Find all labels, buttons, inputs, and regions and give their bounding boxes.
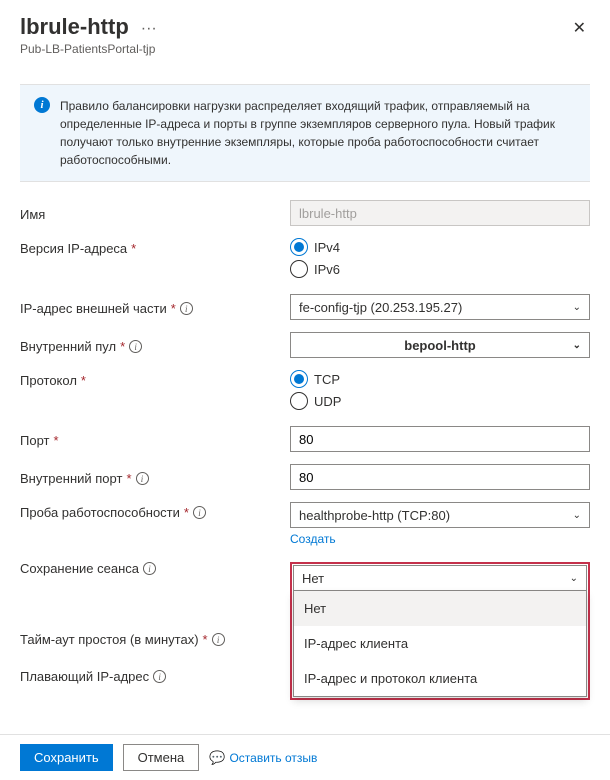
radio-ipv6[interactable]: IPv6 [290,260,590,278]
radio-icon [290,392,308,410]
info-icon: i [34,97,50,113]
help-icon[interactable]: i [193,506,206,519]
label-frontend-ip: IP-адрес внешней части [20,301,167,316]
radio-tcp[interactable]: TCP [290,370,590,388]
required-mark: * [131,241,136,256]
help-icon[interactable]: i [136,472,149,485]
label-backend-port: Внутренний порт [20,471,122,486]
label-session-persistence: Сохранение сеанса [20,561,139,576]
info-banner: i Правило балансировки нагрузки распреде… [20,84,590,182]
health-probe-select[interactable]: healthprobe-http (TCP:80) ⌄ [290,502,590,528]
dropdown-option-client-ip-protocol[interactable]: IP-адрес и протокол клиента [294,661,586,696]
help-icon[interactable]: i [143,562,156,575]
chevron-down-icon: ⌄ [570,573,578,584]
label-idle-timeout: Тайм-аут простоя (в минутах) [20,632,199,647]
radio-icon [290,260,308,278]
save-button[interactable]: Сохранить [20,744,113,771]
label-ip-version: Версия IP-адреса [20,241,127,256]
port-input[interactable] [290,426,590,452]
label-health-probe: Проба работоспособности [20,505,180,520]
help-icon[interactable]: i [153,670,166,683]
page-title: lbrule-http [20,14,129,40]
label-port: Порт [20,433,49,448]
info-text: Правило балансировки нагрузки распределя… [60,97,576,169]
dropdown-option-client-ip[interactable]: IP-адрес клиента [294,626,586,661]
label-name: Имя [20,207,45,222]
radio-icon [290,370,308,388]
more-button[interactable]: ··· [137,21,161,37]
feedback-icon: 💬 [209,750,225,766]
feedback-link[interactable]: 💬 Оставить отзыв [209,750,317,766]
session-persistence-select[interactable]: Нет ⌄ [293,565,587,591]
footer-bar: Сохранить Отмена 💬 Оставить отзыв [0,734,610,780]
backend-port-input[interactable] [290,464,590,490]
radio-udp[interactable]: UDP [290,392,590,410]
label-protocol: Протокол [20,373,77,388]
chevron-down-icon: ⌄ [573,302,581,313]
label-floating-ip: Плавающий IP-адрес [20,669,149,684]
radio-ipv4[interactable]: IPv4 [290,238,590,256]
cancel-button[interactable]: Отмена [123,744,200,771]
dropdown-option-none[interactable]: Нет [294,591,586,626]
session-persistence-dropdown: Нет IP-адрес клиента IP-адрес и протокол… [293,591,587,697]
help-icon[interactable]: i [212,633,225,646]
chevron-down-icon: ⌄ [573,340,581,351]
help-icon[interactable]: i [180,302,193,315]
label-backend-pool: Внутренний пул [20,339,116,354]
backend-pool-select[interactable]: bepool-http ⌄ [290,332,590,358]
session-persistence-highlight: Нет ⌄ Нет IP-адрес клиента IP-адрес и пр… [290,562,590,700]
close-icon[interactable]: ✕ [569,14,590,42]
page-subtitle: Pub-LB-PatientsPortal-tjp [20,42,161,56]
frontend-ip-select[interactable]: fe-config-tjp (20.253.195.27) ⌄ [290,294,590,320]
name-input [290,200,590,226]
help-icon[interactable]: i [129,340,142,353]
create-probe-link[interactable]: Создать [290,532,336,546]
radio-icon [290,238,308,256]
chevron-down-icon: ⌄ [573,510,581,521]
